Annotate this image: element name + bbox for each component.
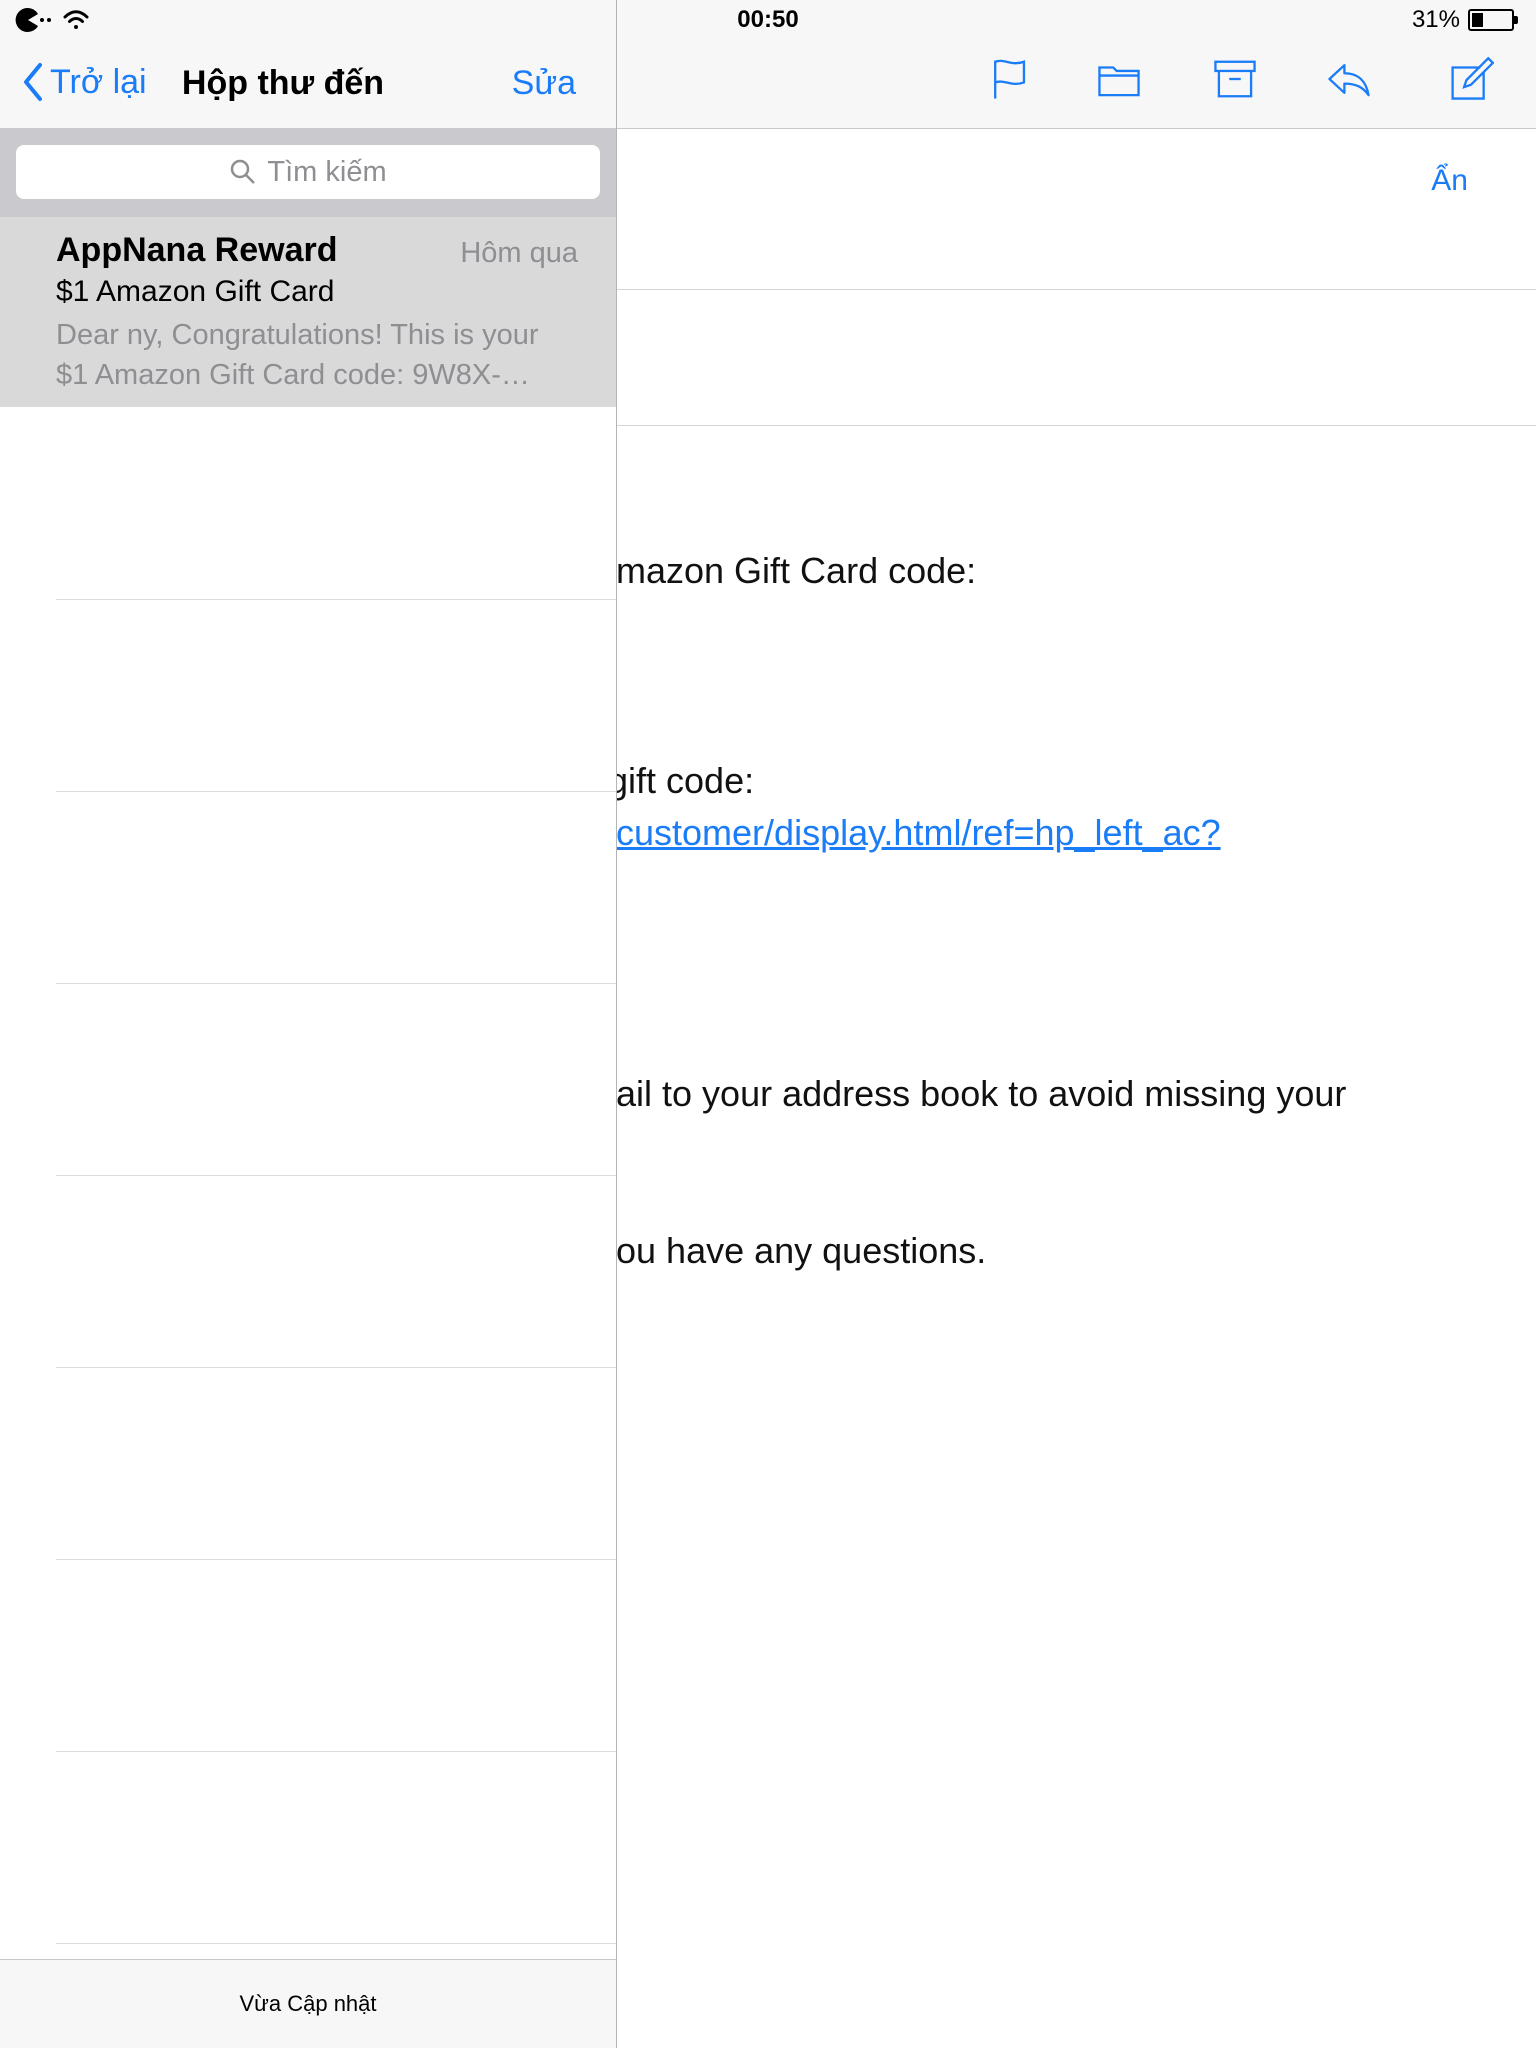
- list-separator: [56, 1367, 616, 1368]
- hide-details-link[interactable]: Ẩn: [1431, 164, 1468, 198]
- battery-level-fill: [1472, 13, 1483, 27]
- body-text-line: gift code:: [608, 760, 754, 802]
- flag-button[interactable]: [984, 54, 1034, 104]
- status-bar: 00:50 31%: [0, 0, 1536, 40]
- body-text-line: ou have any questions.: [616, 1230, 987, 1271]
- message-preview-line: $1 Amazon Gift Card code: 9W8X-…: [56, 359, 530, 391]
- mailbox-footer: Vừa Cập nhật: [0, 1959, 616, 2048]
- battery-percent: 31%: [1411, 6, 1460, 33]
- search-input[interactable]: Tìm kiếm: [16, 145, 600, 199]
- list-separator: [56, 791, 616, 792]
- body-text-line: mazon Gift Card code:: [616, 550, 977, 591]
- folder-icon: [1098, 66, 1140, 97]
- mailbox-sidebar: Trở lại Hộp thư đến Sửa Tìm kiếm AppNana…: [0, 0, 617, 2048]
- reply-button[interactable]: [1324, 54, 1374, 104]
- message-preview-line: Dear ny, Congratulations! This is your: [56, 319, 539, 351]
- search-icon: [231, 159, 256, 184]
- message-subject: $1 Amazon Gift Card: [56, 275, 335, 308]
- body-text-fragment: gift code:: [608, 760, 755, 801]
- archive-button[interactable]: [1210, 54, 1260, 104]
- body-link-line: customer/display.html/ref=hp_left_ac?: [616, 812, 1221, 854]
- reply-icon: [1328, 64, 1370, 97]
- list-separator: [56, 1175, 616, 1176]
- move-to-folder-button[interactable]: [1094, 54, 1144, 104]
- edit-button[interactable]: Sửa: [512, 64, 576, 103]
- message-preview: Dear ny, Congratulations! This is your $…: [56, 315, 576, 395]
- header-divider: [616, 289, 1536, 290]
- body-text-line: ail to your address book to avoid missin…: [616, 1073, 1347, 1114]
- gift-code-link[interactable]: customer/display.html/ref=hp_left_ac?: [616, 812, 1221, 853]
- update-status: Vừa Cập nhật: [239, 1991, 377, 2016]
- battery-icon: [1468, 9, 1518, 31]
- message-sender: AppNana Reward: [56, 231, 338, 269]
- battery-indicator: 31%: [1412, 6, 1518, 34]
- list-separator: [56, 1943, 616, 1944]
- list-separator: [56, 1751, 616, 1752]
- message-list-item[interactable]: AppNana Reward Hôm qua $1 Amazon Gift Ca…: [0, 217, 616, 407]
- status-time: 00:50: [737, 6, 799, 33]
- header-divider: [616, 425, 1536, 426]
- list-separator: [56, 983, 616, 984]
- compose-button[interactable]: [1446, 54, 1496, 104]
- search-bar: Tìm kiếm: [0, 129, 616, 217]
- message-date: Hôm qua: [460, 237, 578, 269]
- flag-icon: [994, 59, 1026, 99]
- compose-icon: [1451, 56, 1494, 100]
- list-separator: [56, 1559, 616, 1560]
- archive-icon: [1214, 60, 1256, 98]
- search-placeholder: Tìm kiếm: [267, 155, 387, 188]
- list-separator: [56, 599, 616, 600]
